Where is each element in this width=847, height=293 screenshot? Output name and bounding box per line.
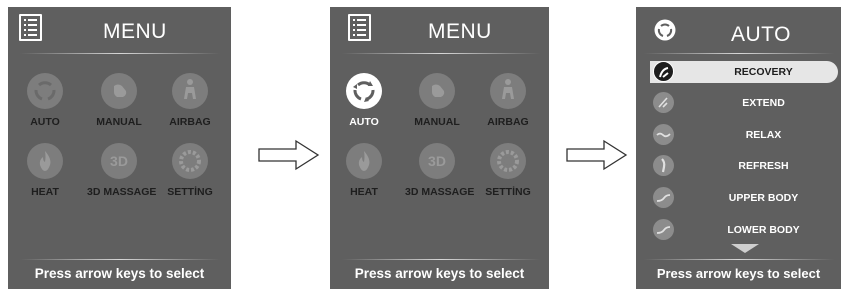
body-airbag-icon (490, 73, 526, 109)
screen-header: MENU (8, 7, 231, 55)
footer-hint: Press arrow keys to select (354, 266, 525, 281)
upper-body-icon (653, 187, 674, 208)
auto-cycle-icon (27, 73, 63, 109)
menu-item-label: AIRBAG (169, 116, 211, 128)
hand-icon (419, 73, 455, 109)
menu-item-label: HEAT (31, 186, 59, 198)
3d-icon: 3D (419, 143, 455, 179)
3d-icon: 3D (101, 143, 137, 179)
menu-list-icon (19, 14, 42, 41)
extend-icon (653, 92, 674, 113)
footer-hint: Press arrow keys to select (656, 266, 821, 281)
menu-item-label: HEAT (350, 186, 378, 198)
menu-item-label: AIRBAG (487, 116, 529, 128)
menu-item-setting[interactable]: SETTİNG (158, 143, 222, 198)
header-divider (20, 53, 220, 54)
menu-item-label: AUTO (349, 116, 379, 128)
auto-cycle-icon (346, 73, 382, 109)
next-step-arrow-icon (258, 139, 320, 171)
screen-title: AUTO (731, 23, 791, 46)
flame-icon (346, 143, 382, 179)
screen-header: AUTO (636, 7, 841, 55)
program-label: LOWER BODY (727, 224, 800, 236)
header-divider (644, 53, 834, 54)
menu-list-icon (348, 14, 371, 41)
header-divider (342, 53, 540, 54)
screen-header: MENU (330, 7, 549, 55)
screen-title: MENU (428, 20, 492, 43)
body-airbag-icon (172, 73, 208, 109)
menu-item-heat[interactable]: HEAT (13, 143, 77, 198)
menu-item-airbag[interactable]: AIRBAG (158, 73, 222, 128)
scroll-down-indicator-icon[interactable] (731, 244, 759, 253)
menu-item-label: 3D MASSAGE (87, 186, 157, 198)
program-item-lower-body[interactable]: LOWER BODY (636, 219, 841, 241)
menu-item-label: 3D MASSAGE (405, 186, 475, 198)
flame-icon (27, 143, 63, 179)
auto-cycle-icon (654, 19, 676, 41)
svg-text:3D: 3D (428, 153, 446, 169)
auto-program-screen: AUTO RECOVERY EXTEND RELAX REFRESH UPPER… (636, 7, 841, 289)
gear-icon (172, 143, 208, 179)
lower-body-icon (653, 219, 674, 240)
recovery-icon (653, 61, 674, 82)
menu-item-3d-massage[interactable]: 3D 3D MASSAGE (405, 143, 475, 198)
program-label: EXTEND (742, 97, 785, 109)
menu-item-label: SETTİNG (485, 186, 531, 198)
refresh-icon (653, 155, 674, 176)
menu-screen-auto-selected: MENU AUTO MANUAL AIRBAG HEAT 3D 3D MASSA… (330, 7, 549, 289)
menu-item-manual[interactable]: MANUAL (405, 73, 469, 128)
menu-item-label: MANUAL (96, 116, 142, 128)
program-item-relax[interactable]: RELAX (636, 124, 841, 146)
menu-item-airbag[interactable]: AIRBAG (476, 73, 540, 128)
menu-item-3d-massage[interactable]: 3D 3D MASSAGE (87, 143, 157, 198)
gear-icon (490, 143, 526, 179)
program-label: RELAX (745, 129, 782, 141)
menu-item-auto[interactable]: AUTO (13, 73, 77, 128)
menu-item-auto[interactable]: AUTO (332, 73, 396, 128)
program-item-recovery[interactable]: RECOVERY (636, 61, 841, 83)
footer-divider (644, 259, 834, 260)
program-item-upper-body[interactable]: UPPER BODY (636, 187, 841, 209)
program-item-extend[interactable]: EXTEND (636, 92, 841, 114)
footer-divider (342, 259, 540, 260)
screen-title: MENU (103, 20, 167, 43)
program-label: RECOVERY (734, 66, 793, 78)
menu-item-heat[interactable]: HEAT (332, 143, 396, 198)
menu-item-label: MANUAL (414, 116, 460, 128)
svg-text:3D: 3D (110, 153, 128, 169)
menu-item-label: AUTO (30, 116, 60, 128)
hand-icon (101, 73, 137, 109)
next-step-arrow-icon (566, 139, 628, 171)
menu-item-label: SETTİNG (167, 186, 213, 198)
menu-screen-default: MENU AUTO MANUAL AIRBAG HEAT 3D 3D MASSA… (8, 7, 231, 289)
menu-item-setting[interactable]: SETTİNG (476, 143, 540, 198)
footer-hint: Press arrow keys to select (34, 266, 205, 281)
program-item-refresh[interactable]: REFRESH (636, 155, 841, 177)
relax-icon (653, 124, 674, 145)
program-label: UPPER BODY (728, 192, 799, 204)
menu-item-manual[interactable]: MANUAL (87, 73, 151, 128)
footer-divider (20, 259, 220, 260)
program-label: REFRESH (738, 160, 789, 172)
